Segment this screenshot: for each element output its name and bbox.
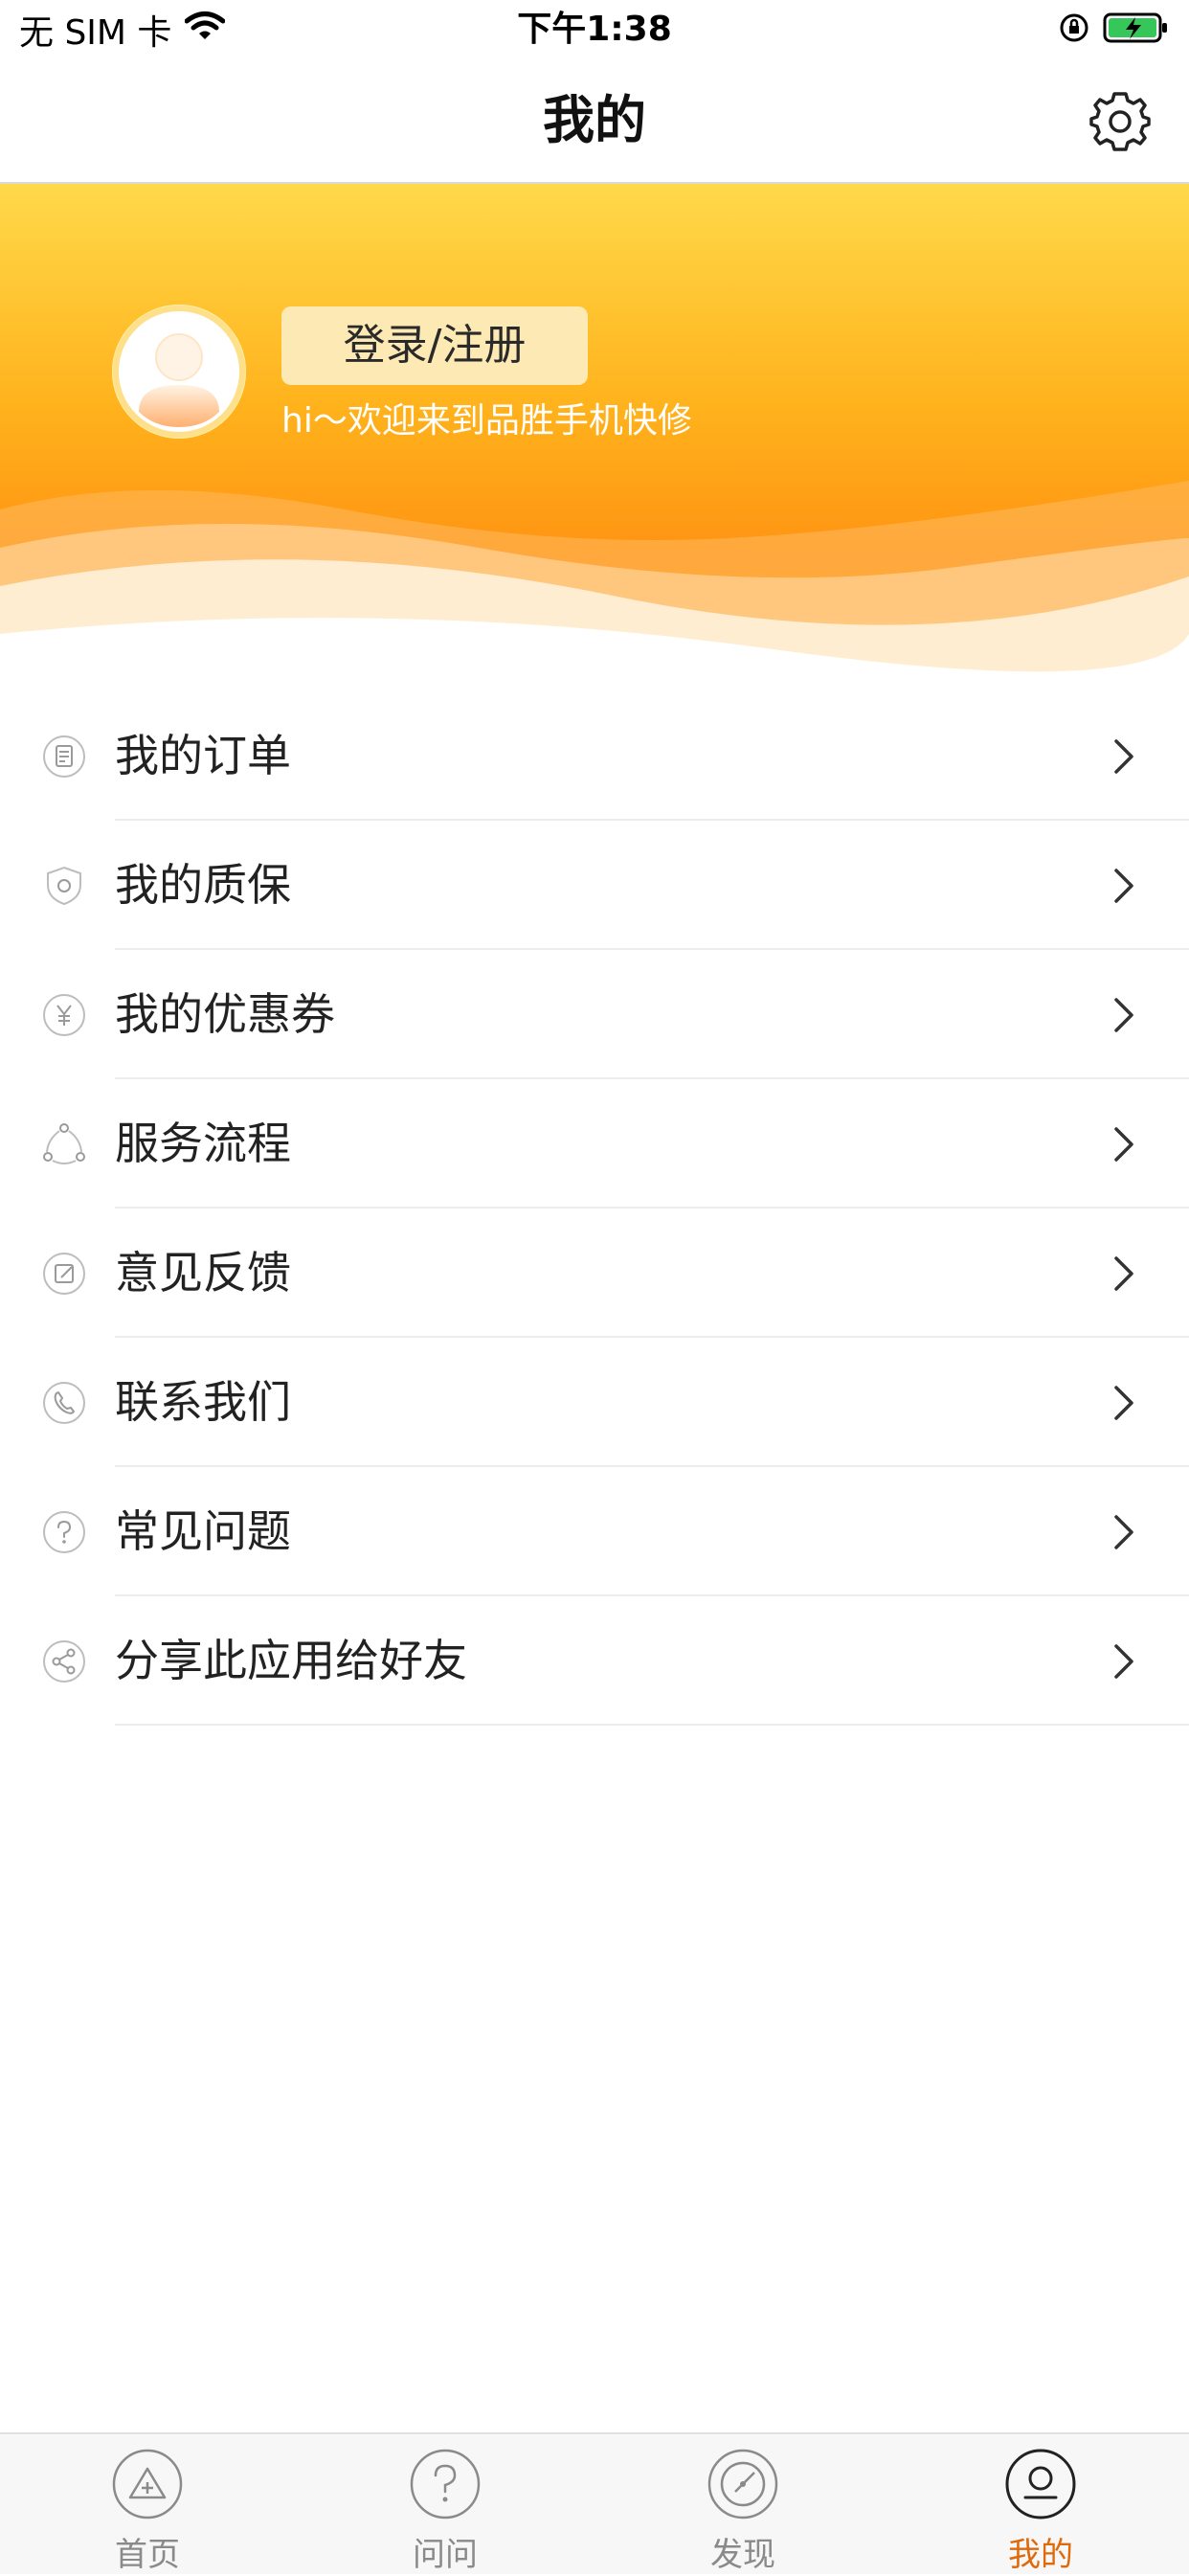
menu-label: 联系我们 [115, 1376, 291, 1428]
battery-icon [1103, 11, 1170, 48]
settings-button[interactable] [1088, 88, 1153, 153]
status-right [1059, 8, 1170, 52]
chevron-right-icon [1114, 1644, 1133, 1679]
tab-label: 首页 [115, 2536, 180, 2574]
menu-label: 分享此应用给好友 [115, 1635, 467, 1686]
tab-label: 问问 [413, 2536, 478, 2574]
phone-icon [43, 1382, 85, 1424]
profile-icon [1005, 2449, 1076, 2520]
chevron-right-icon [1114, 869, 1133, 903]
chevron-right-icon [1114, 1256, 1133, 1291]
divider [115, 1724, 1189, 1726]
menu-label: 我的优惠券 [115, 988, 335, 1040]
feedback-icon [43, 1253, 85, 1295]
share-icon [43, 1640, 85, 1683]
orientation-lock-icon [1059, 12, 1089, 47]
status-time: 下午1:38 [517, 10, 672, 49]
tab-label: 发现 [710, 2536, 775, 2574]
menu-item-orders[interactable]: 我的订单 [0, 691, 1189, 821]
process-icon [43, 1123, 85, 1164]
question-icon [410, 2449, 481, 2520]
question-icon [43, 1511, 85, 1553]
menu-item-share[interactable]: 分享此应用给好友 [0, 1596, 1189, 1726]
gear-icon [1089, 92, 1151, 151]
menu-item-service-process[interactable]: 服务流程 [0, 1079, 1189, 1209]
chevron-right-icon [1114, 1515, 1133, 1549]
chevron-right-icon [1114, 739, 1133, 774]
menu-label: 我的质保 [115, 859, 291, 911]
menu-label: 常见问题 [115, 1505, 291, 1557]
nav-bar: 我的 [0, 59, 1189, 184]
order-icon [43, 735, 85, 778]
tab-label: 我的 [1008, 2536, 1073, 2574]
welcome-text: hi～欢迎来到品胜手机快修 [281, 401, 692, 441]
chevron-right-icon [1114, 998, 1133, 1032]
coupon-icon [43, 994, 85, 1036]
page-title: 我的 [543, 90, 646, 150]
home-icon [112, 2449, 183, 2520]
login-register-button[interactable]: 登录/注册 [281, 306, 588, 385]
menu-label: 我的订单 [115, 730, 291, 781]
tab-bar: 首页 问问 发现 我的 [0, 2432, 1189, 2574]
menu-item-coupons[interactable]: 我的优惠券 [0, 950, 1189, 1079]
menu-item-faq[interactable]: 常见问题 [0, 1467, 1189, 1596]
tab-ask[interactable]: 问问 [349, 2434, 541, 2576]
user-avatar-icon [113, 305, 245, 438]
menu-label: 服务流程 [115, 1118, 291, 1169]
menu-label: 意见反馈 [115, 1247, 291, 1299]
shield-icon [47, 866, 81, 906]
chevron-right-icon [1114, 1127, 1133, 1162]
banner-waves [0, 481, 1189, 682]
tab-discover[interactable]: 发现 [647, 2434, 839, 2576]
compass-icon [707, 2449, 778, 2520]
chevron-right-icon [1114, 1386, 1133, 1420]
profile-banner: 登录/注册 hi～欢迎来到品胜手机快修 [0, 184, 1189, 682]
menu-item-contact[interactable]: 联系我们 [0, 1338, 1189, 1467]
menu-item-feedback[interactable]: 意见反馈 [0, 1209, 1189, 1338]
tab-home[interactable]: 首页 [52, 2434, 243, 2576]
avatar[interactable] [112, 305, 246, 439]
menu-item-warranty[interactable]: 我的质保 [0, 821, 1189, 950]
status-bar: 无 SIM 卡 下午1:38 [0, 0, 1189, 59]
menu-list: 我的订单 我的质保 我的优惠券 服务流程 意见反馈 联系我们 常见问题 分享此应… [0, 691, 1189, 1726]
tab-mine[interactable]: 我的 [945, 2434, 1136, 2576]
